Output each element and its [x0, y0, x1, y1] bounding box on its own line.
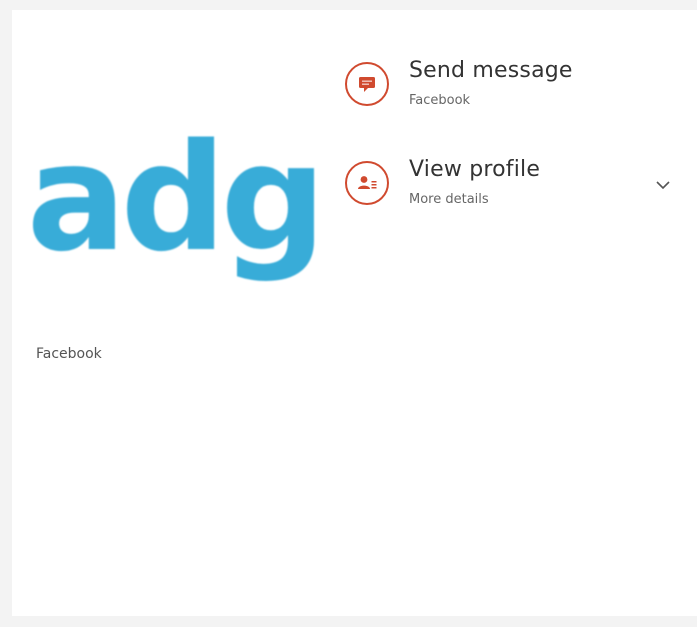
view-profile-title: View profile	[409, 157, 541, 182]
send-message-subtitle: Facebook	[409, 93, 471, 108]
view-profile-subtitle: More details	[409, 192, 489, 207]
send-message-title: Send message	[409, 58, 573, 83]
send-message-action[interactable]: Send message Facebook	[345, 58, 685, 118]
chevron-down-icon[interactable]	[653, 175, 673, 195]
message-icon	[345, 62, 389, 106]
logo-caption: Facebook	[36, 346, 102, 362]
contact-panel: adg Facebook Send message Facebook View …	[12, 10, 697, 616]
logo-text: adg	[26, 111, 327, 284]
view-profile-action[interactable]: View profile More details	[345, 157, 685, 217]
contact-logo: adg	[26, 105, 327, 320]
profile-icon	[345, 161, 389, 205]
